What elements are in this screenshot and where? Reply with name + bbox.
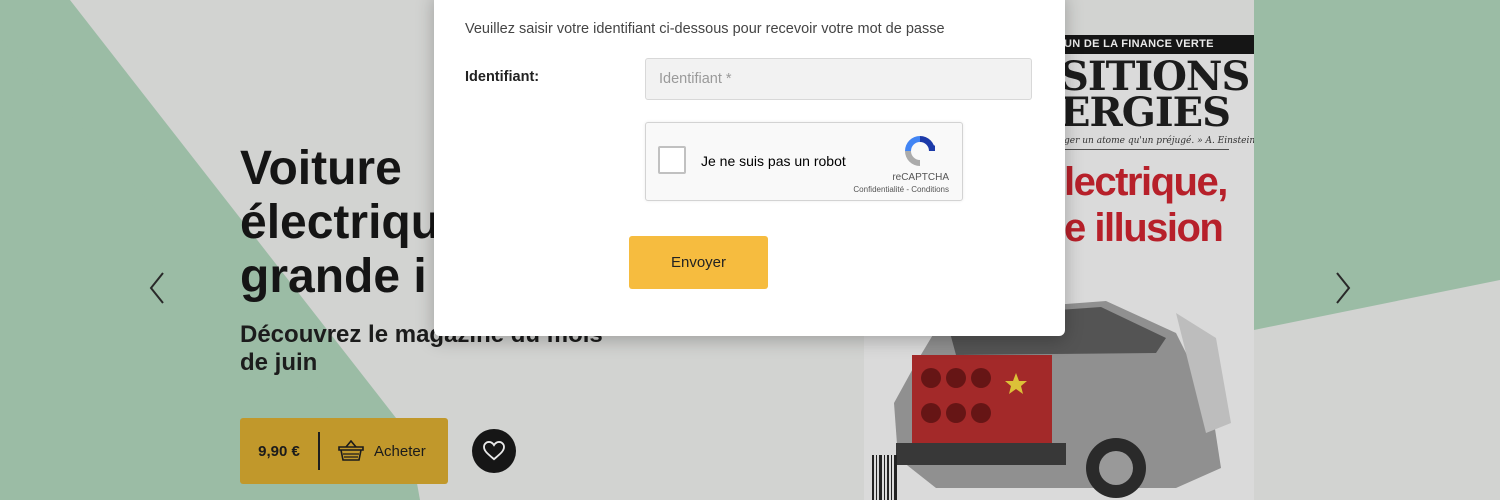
chevron-right-icon[interactable] bbox=[1333, 270, 1353, 306]
hero-title-line: grande i bbox=[240, 250, 427, 303]
buy-box: 9,90 € Acheter bbox=[240, 418, 448, 484]
favorite-button[interactable] bbox=[472, 429, 516, 473]
identifier-label: Identifiant: bbox=[465, 69, 540, 85]
chevron-left-icon[interactable] bbox=[147, 270, 167, 306]
recaptcha-privacy-links[interactable]: Confidentialité - Conditions bbox=[853, 185, 949, 194]
recaptcha-brand: reCAPTCHA bbox=[892, 172, 949, 183]
hero-subtitle-line: de juin bbox=[240, 349, 318, 376]
cover-quote: ger un atome qu'un préjugé. » A. Einstei… bbox=[1064, 136, 1254, 146]
price-label: 9,90 € bbox=[258, 442, 300, 460]
buy-divider bbox=[318, 432, 320, 470]
buy-button[interactable]: Acheter bbox=[338, 440, 426, 462]
cover-masthead: ERGIES bbox=[1060, 89, 1231, 136]
barcode-icon bbox=[872, 455, 897, 500]
cover-rule bbox=[1064, 149, 1229, 150]
modal-intro-text: Veuillez saisir votre identifiant ci-des… bbox=[465, 21, 945, 37]
heart-icon bbox=[483, 441, 505, 461]
recaptcha-widget: Je ne suis pas un robot reCAPTCHA Confid… bbox=[645, 122, 963, 201]
hero-title-line: électriqu bbox=[240, 196, 441, 249]
submit-button[interactable]: Envoyer bbox=[629, 236, 768, 289]
cover-headline: lectrique, bbox=[1064, 160, 1228, 204]
cover-headline: e illusion bbox=[1064, 206, 1224, 250]
recaptcha-label: Je ne suis pas un robot bbox=[701, 153, 846, 169]
recaptcha-logo-icon bbox=[905, 136, 935, 166]
identifier-input[interactable] bbox=[645, 58, 1032, 100]
hero-title-line: Voiture bbox=[240, 142, 402, 195]
basket-icon bbox=[338, 440, 364, 461]
password-recovery-modal: Veuillez saisir votre identifiant ci-des… bbox=[434, 0, 1065, 336]
recaptcha-checkbox[interactable] bbox=[658, 146, 686, 174]
buy-button-label: Acheter bbox=[374, 442, 426, 460]
